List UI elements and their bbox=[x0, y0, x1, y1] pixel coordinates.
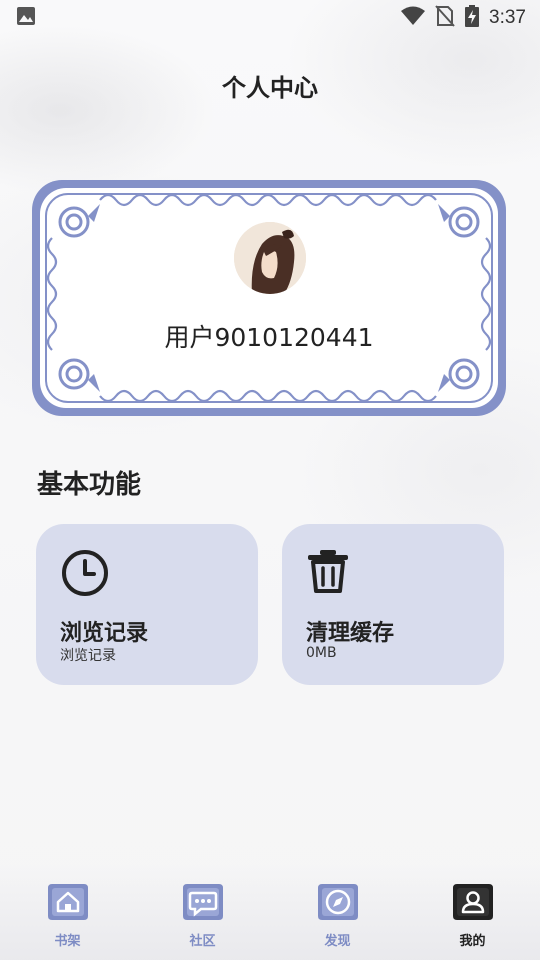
wifi-icon bbox=[401, 6, 426, 30]
tab-discover[interactable]: 发现 bbox=[270, 864, 405, 960]
tab-community[interactable]: 社区 bbox=[135, 864, 270, 960]
section-title: 基本功能 bbox=[37, 470, 142, 500]
avatar-portrait-icon bbox=[234, 222, 306, 294]
avatar[interactable] bbox=[234, 222, 306, 294]
clock-icon bbox=[60, 548, 110, 602]
page-title: 个人中心 bbox=[222, 74, 318, 102]
bottom-tab-bar: 书架 社区 发现 我的 bbox=[0, 864, 540, 960]
chat-icon bbox=[181, 880, 225, 928]
compass-icon bbox=[316, 880, 360, 928]
tab-mine-label: 我的 bbox=[459, 934, 486, 949]
status-indicators: 3:37 bbox=[401, 5, 526, 31]
browse-history-title: 浏览记录 bbox=[60, 621, 149, 646]
tab-bookshelf[interactable]: 书架 bbox=[0, 864, 135, 960]
browse-history-card[interactable]: 浏览记录 浏览记录 bbox=[36, 524, 258, 685]
tab-bookshelf-label: 书架 bbox=[54, 934, 81, 949]
tab-mine[interactable]: 我的 bbox=[405, 864, 540, 960]
username: 用户9010120441 bbox=[164, 323, 374, 352]
clear-cache-card[interactable]: 清理缓存 0MB bbox=[282, 524, 504, 685]
home-icon bbox=[46, 880, 90, 928]
battery-charging-icon bbox=[465, 5, 480, 31]
cache-size: 0MB bbox=[306, 645, 337, 661]
browse-history-subtitle: 浏览记录 bbox=[60, 648, 116, 664]
image-icon bbox=[16, 6, 36, 30]
status-time: 3:37 bbox=[489, 7, 526, 28]
tab-discover-label: 发现 bbox=[324, 934, 351, 949]
status-bar: 3:37 bbox=[0, 0, 540, 36]
ornamental-frame bbox=[32, 180, 506, 416]
trash-icon bbox=[306, 548, 350, 598]
clear-cache-title: 清理缓存 bbox=[306, 621, 395, 646]
tab-community-label: 社区 bbox=[189, 934, 216, 949]
profile-card[interactable]: 用户9010120441 bbox=[30, 178, 508, 418]
no-sim-icon bbox=[435, 5, 455, 31]
user-icon bbox=[451, 880, 495, 928]
